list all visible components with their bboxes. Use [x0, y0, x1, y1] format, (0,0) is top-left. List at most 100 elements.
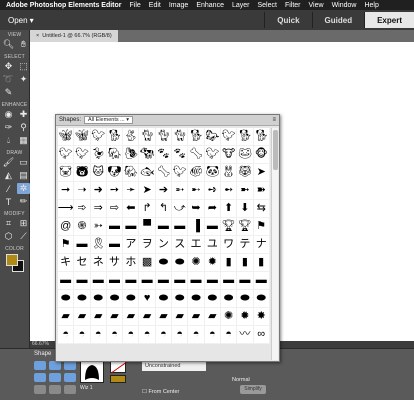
- hair-shape[interactable]: ◓: [155, 326, 173, 344]
- fish-shape[interactable]: 🐟︎: [139, 164, 156, 182]
- arrow-shape[interactable]: ⇨: [106, 200, 124, 218]
- menu-file[interactable]: File: [130, 2, 141, 9]
- trophy-shape[interactable]: 🏆︎: [220, 218, 238, 236]
- flag-shape[interactable]: ⚑: [58, 236, 75, 254]
- frame-shape[interactable]: ▬: [90, 272, 107, 290]
- custom-shape-icon[interactable]: [34, 385, 46, 394]
- arrow-shape[interactable]: ➳: [90, 218, 107, 236]
- duck-shape[interactable]: 🦆︎: [90, 146, 107, 164]
- frame-shape[interactable]: ▰: [123, 308, 140, 326]
- frame-shape[interactable]: ▬: [253, 272, 270, 290]
- arrow-shape[interactable]: ➙: [106, 182, 124, 200]
- arrow-shape[interactable]: ⤻: [172, 200, 189, 218]
- frame-shape[interactable]: ▰: [188, 308, 205, 326]
- arrow-shape[interactable]: ➜: [90, 182, 107, 200]
- glyph-shape[interactable]: ア: [123, 236, 140, 254]
- arrow-shape[interactable]: ➤: [253, 164, 270, 182]
- eyedropper-icon[interactable]: ⁄: [2, 183, 15, 194]
- arrow-shape[interactable]: ⬆: [220, 200, 238, 218]
- arrow-shape[interactable]: ➞: [58, 182, 75, 200]
- menu-filter[interactable]: Filter: [285, 2, 301, 9]
- animal-face-shape[interactable]: 🐱︎: [90, 164, 107, 182]
- mode-expert[interactable]: Expert: [364, 12, 414, 28]
- banner-shape[interactable]: ▬: [204, 218, 221, 236]
- butterfly-shape[interactable]: 🦋︎: [74, 128, 91, 146]
- frame-shape[interactable]: ▮: [253, 254, 270, 272]
- hair-shape[interactable]: ◓: [90, 326, 107, 344]
- red-eye-tool-icon[interactable]: ◉: [2, 109, 15, 120]
- elephant-shape[interactable]: 🐘︎: [106, 146, 124, 164]
- dog-shape[interactable]: 🐕︎: [237, 128, 254, 146]
- frame-shape[interactable]: ▬: [106, 272, 124, 290]
- splat-shape[interactable]: ✺: [220, 308, 238, 326]
- frame-shape[interactable]: ▬: [139, 272, 156, 290]
- glyph-shape[interactable]: ン: [155, 236, 173, 254]
- animal-face-shape[interactable]: 🐰︎: [220, 164, 238, 182]
- glyph-shape[interactable]: ナ: [253, 236, 270, 254]
- lasso-tool-icon[interactable]: ➰: [2, 74, 15, 85]
- glyph-shape[interactable]: ホ: [123, 254, 140, 272]
- dog-shape[interactable]: 🐕︎: [106, 128, 124, 146]
- arrow-shape[interactable]: ⬅: [123, 200, 140, 218]
- frame-shape[interactable]: ✹: [204, 254, 221, 272]
- cat-shape[interactable]: 🐈︎: [155, 128, 173, 146]
- arrow-shape[interactable]: ↰: [155, 200, 173, 218]
- menu-view[interactable]: View: [309, 2, 324, 9]
- from-center-checkbox[interactable]: ☐ From Center: [142, 389, 179, 395]
- banner-shape[interactable]: ▬: [74, 236, 91, 254]
- hair-shape[interactable]: ◓: [123, 326, 140, 344]
- bone-shape[interactable]: 🦴︎: [155, 164, 173, 182]
- glyph-shape[interactable]: ユ: [204, 236, 221, 254]
- blend-mode-dropdown[interactable]: Normal: [232, 377, 250, 383]
- horse-shape[interactable]: 🐎︎: [204, 128, 221, 146]
- frame-shape[interactable]: ▬: [123, 272, 140, 290]
- frame-shape[interactable]: ⬬: [155, 254, 173, 272]
- glyph-shape[interactable]: キ: [58, 254, 75, 272]
- type-tool-icon[interactable]: T: [2, 196, 15, 207]
- bird-shape[interactable]: 🐦︎: [220, 128, 238, 146]
- recompose-tool-icon[interactable]: ⊞: [17, 218, 30, 229]
- menu-enhance[interactable]: Enhance: [196, 2, 224, 9]
- marquee-tool-icon[interactable]: ⬚: [17, 61, 30, 72]
- rounded-rectangle-shape-icon[interactable]: [49, 361, 61, 370]
- glyph-shape[interactable]: ス: [172, 236, 189, 254]
- frame-shape[interactable]: ⬬: [253, 290, 270, 308]
- selected-shape-preview[interactable]: [80, 361, 104, 383]
- mode-guided[interactable]: Guided: [311, 12, 365, 28]
- clone-stamp-icon[interactable]: ⚲: [17, 122, 30, 133]
- frame-shape[interactable]: ⬬: [155, 290, 173, 308]
- mode-quick[interactable]: Quick: [264, 12, 311, 28]
- frame-shape[interactable]: ▰: [172, 308, 189, 326]
- arrow-shape[interactable]: ⇒: [90, 200, 107, 218]
- frame-shape[interactable]: ▰: [155, 308, 173, 326]
- animal-face-shape[interactable]: 🐻︎: [74, 164, 91, 182]
- banner-shape[interactable]: ▬: [123, 218, 140, 236]
- elephant-shape[interactable]: 🐘︎: [123, 164, 140, 182]
- paint-bucket-icon[interactable]: ◭: [2, 170, 15, 181]
- crop-tool-icon[interactable]: ⌗: [2, 218, 15, 229]
- arrow-shape[interactable]: ➤: [139, 182, 156, 200]
- eraser-tool-icon[interactable]: ▭: [17, 157, 30, 168]
- splat-shape[interactable]: ✸: [253, 308, 270, 326]
- line-shape-icon[interactable]: [64, 373, 76, 382]
- menu-select[interactable]: Select: [257, 2, 276, 9]
- ribbon-shape[interactable]: 🎗︎: [90, 236, 107, 254]
- zoom-tool-icon[interactable]: 🔍︎: [2, 39, 15, 50]
- paw-print-shape[interactable]: 🐾︎: [155, 146, 173, 164]
- frame-shape[interactable]: ▬: [220, 272, 238, 290]
- cow-shape[interactable]: 🐄︎: [139, 146, 156, 164]
- animal-face-shape[interactable]: 🐵︎: [253, 146, 270, 164]
- glyph-shape[interactable]: エ: [188, 236, 205, 254]
- arrow-shape[interactable]: ➦: [204, 200, 221, 218]
- rectangle-shape-icon[interactable]: [34, 361, 46, 370]
- bird-shape[interactable]: 🐦︎: [74, 146, 91, 164]
- star-shape-icon[interactable]: [49, 373, 61, 382]
- bird-shape[interactable]: 🐦︎: [58, 146, 75, 164]
- cat-shape[interactable]: 🐈︎: [172, 128, 189, 146]
- frame-shape[interactable]: ⬬: [106, 290, 124, 308]
- animal-face-shape[interactable]: 🐮︎: [220, 146, 238, 164]
- butterfly-shape[interactable]: 🦋︎: [58, 128, 75, 146]
- banner-shape[interactable]: ▬: [106, 236, 124, 254]
- hair-shape[interactable]: ◓: [172, 326, 189, 344]
- frame-shape[interactable]: ▬: [155, 272, 173, 290]
